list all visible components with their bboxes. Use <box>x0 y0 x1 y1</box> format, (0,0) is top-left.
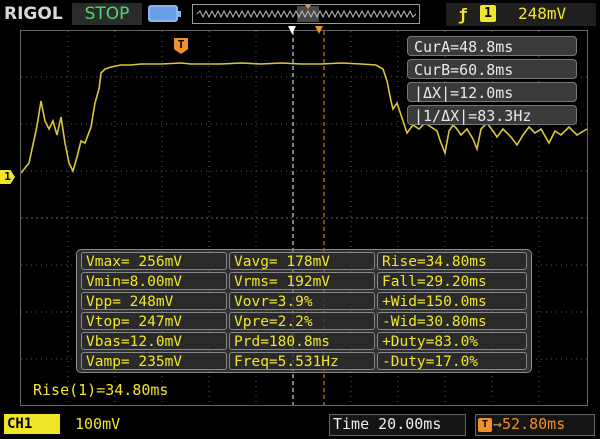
cursor-delta-x: |ΔX|=12.0ms <box>407 82 577 102</box>
meas-cell: Freq=5.531Hz <box>229 352 375 370</box>
meas-cell: +Duty=83.0% <box>377 332 527 350</box>
meas-cell: Vmin=8.00mV <box>81 272 227 290</box>
cursor-b-value: CurB=60.8ms <box>407 59 577 79</box>
meas-cell: Vtop= 247mV <box>81 312 227 330</box>
channel-1-scale: 100mV <box>75 415 121 433</box>
meas-cell: Vamp= 235mV <box>81 352 227 370</box>
measurement-table: Vmax= 256mV Vavg= 178mV Rise=34.80ms Vmi… <box>76 249 532 373</box>
cursor-a-value: CurA=48.8ms <box>407 36 577 56</box>
cursor-inverse-delta-x: |1/ΔX|=83.3Hz <box>407 105 577 125</box>
meas-cell: Vpre=2.2% <box>229 312 375 330</box>
meas-cell: Prd=180.8ms <box>229 332 375 350</box>
brand-logo: RIGOL <box>4 4 63 24</box>
overview-trace <box>196 5 417 22</box>
trigger-offset-icon: T <box>478 418 492 432</box>
trigger-source-badge: 1 <box>480 5 496 22</box>
top-status-bar: RIGOL STOP ƒ 1 248mV <box>0 0 600 29</box>
meas-cell: Rise=34.80ms <box>377 252 527 270</box>
timebase-value: 20.00ms <box>378 415 442 433</box>
horizontal-offset-value: →52.80ms <box>493 415 566 433</box>
meas-cell: Vavg= 178mV <box>229 252 375 270</box>
waveform-overview[interactable] <box>192 4 420 24</box>
meas-cell: Vpp= 248mV <box>81 292 227 310</box>
timebase-readout: Time 20.00ms <box>333 415 441 433</box>
bottom-status-bar: CH1 100mV Time 20.00ms T →52.80ms <box>0 410 600 439</box>
meas-cell: -Duty=17.0% <box>377 352 527 370</box>
cursor-readout-panel: CurA=48.8ms CurB=60.8ms |ΔX|=12.0ms |1/Δ… <box>407 36 577 128</box>
trigger-level: 248mV <box>518 4 567 23</box>
cursor-top-markers <box>288 26 323 34</box>
meas-cell: +Wid=150.0ms <box>377 292 527 310</box>
channel-1-button[interactable]: CH1 <box>4 414 60 434</box>
timebase-label: Time <box>333 415 370 433</box>
memory-depth-icon[interactable] <box>148 5 181 22</box>
meas-cell: Vmax= 256mV <box>81 252 227 270</box>
rising-edge-icon: ƒ <box>458 5 468 24</box>
rise-annotation: Rise(1)=34.80ms <box>33 381 169 399</box>
meas-cell: Vbas=12.0mV <box>81 332 227 350</box>
meas-cell: Fall=29.20ms <box>377 272 527 290</box>
run-stop-status[interactable]: STOP <box>72 3 142 25</box>
ch1-offset-marker[interactable]: 1 <box>0 170 15 184</box>
meas-cell: Vovr=3.9% <box>229 292 375 310</box>
meas-cell: Vrms= 192mV <box>229 272 375 290</box>
meas-cell: -Wid=30.80ms <box>377 312 527 330</box>
